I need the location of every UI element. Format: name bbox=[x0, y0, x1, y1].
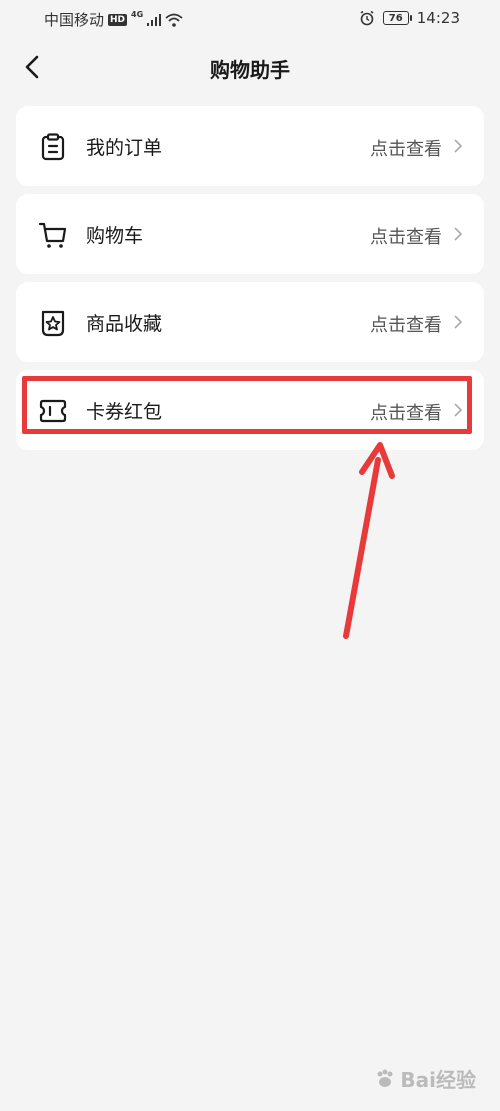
watermark: Bai经验 bbox=[374, 1064, 476, 1093]
cart-icon bbox=[38, 222, 67, 248]
view-link[interactable]: 点击查看 bbox=[370, 399, 442, 425]
signal-icon bbox=[147, 13, 162, 26]
chevron-right-icon bbox=[454, 227, 463, 241]
battery-icon: 76 bbox=[382, 11, 412, 25]
menu-item-cart[interactable]: 购物车 点击查看 bbox=[16, 194, 484, 274]
network-type: 4G bbox=[131, 10, 144, 19]
view-link[interactable]: 点击查看 bbox=[370, 223, 442, 249]
battery-level: 76 bbox=[388, 12, 403, 24]
status-left: 中国移动 HD 4G bbox=[44, 9, 183, 30]
hd-badge: HD bbox=[108, 13, 128, 26]
favorite-star-icon bbox=[41, 310, 65, 337]
chevron-right-icon bbox=[454, 403, 463, 417]
paw-icon bbox=[377, 1069, 393, 1087]
status-time: 14:23 bbox=[416, 9, 460, 27]
status-right: 76 14:23 bbox=[359, 9, 460, 27]
chevron-right-icon bbox=[454, 139, 463, 153]
menu-item-label: 我的订单 bbox=[86, 137, 163, 159]
page-title: 购物助手 bbox=[210, 58, 290, 82]
watermark-text: Bai经验 bbox=[400, 1068, 476, 1092]
menu-item-coupons[interactable]: 卡券红包 点击查看 bbox=[16, 370, 484, 450]
menu-item-label: 购物车 bbox=[86, 225, 144, 247]
carrier-name: 中国移动 bbox=[44, 11, 105, 29]
coupon-ticket-icon bbox=[39, 399, 67, 423]
clipboard-icon bbox=[41, 133, 65, 161]
menu-item-my-orders[interactable]: 我的订单 点击查看 bbox=[16, 106, 484, 186]
menu-item-favorites[interactable]: 商品收藏 点击查看 bbox=[16, 282, 484, 362]
wifi-icon bbox=[165, 13, 183, 27]
page-header: 购物助手 bbox=[0, 38, 500, 96]
menu-item-label: 商品收藏 bbox=[86, 313, 163, 335]
view-link[interactable]: 点击查看 bbox=[370, 311, 442, 337]
alarm-icon bbox=[360, 10, 374, 26]
menu-item-label: 卡券红包 bbox=[86, 401, 163, 423]
chevron-right-icon bbox=[454, 315, 463, 329]
status-bar: 中国移动 HD 4G 76 14:23 bbox=[0, 0, 500, 38]
view-link[interactable]: 点击查看 bbox=[370, 135, 442, 161]
